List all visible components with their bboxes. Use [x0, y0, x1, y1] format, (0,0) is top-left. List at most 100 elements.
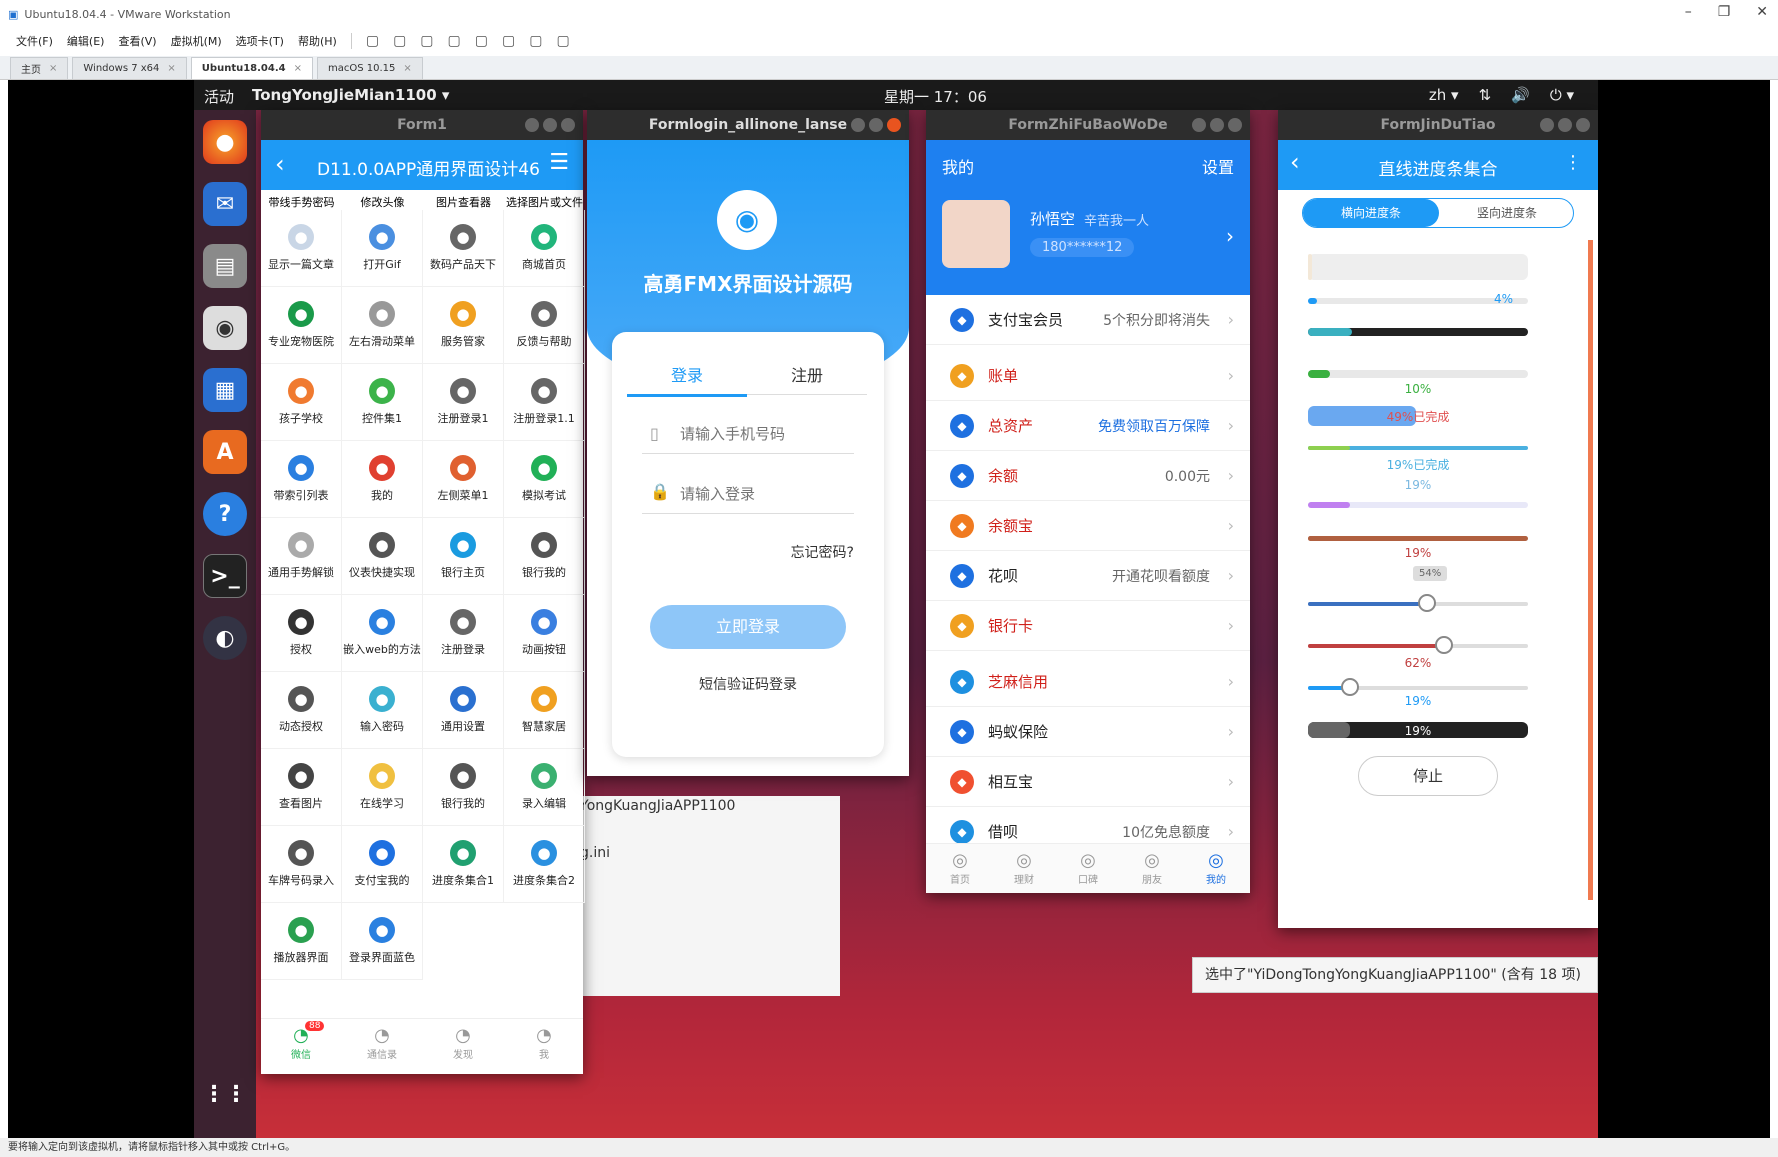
grid-item[interactable]: ● 嵌入web的方法	[342, 595, 423, 672]
alipay-row[interactable]: ◆ 花呗 开通花呗看额度 ›	[926, 551, 1250, 601]
close-button[interactable]	[561, 118, 575, 132]
grid-item[interactable]: ● 显示一篇文章	[261, 210, 342, 287]
close-tab-icon[interactable]: ×	[294, 63, 302, 74]
grid-item[interactable]: ● 左右滑动菜单	[342, 287, 423, 364]
grid-item-label[interactable]: 图片查看器	[423, 194, 504, 210]
vm-tab[interactable]: macOS 10.15 ×	[317, 57, 423, 79]
grid-item[interactable]: ● 动画按钮	[504, 595, 585, 672]
grid-item[interactable]: ● 注册登录1.1	[504, 364, 585, 441]
stop-button[interactable]: 停止	[1358, 756, 1498, 796]
avatar[interactable]	[942, 200, 1010, 268]
app-menu[interactable]: TongYongJieMian1100 ▾	[252, 86, 449, 104]
activities-button[interactable]: 活动	[204, 86, 234, 107]
grid-item[interactable]: ● 注册登录	[423, 595, 504, 672]
menu-item[interactable]: 选项卡(T)	[236, 33, 284, 49]
show-apps-icon[interactable]: ⋮⋮	[203, 1072, 247, 1116]
maximize-button[interactable]	[1558, 118, 1572, 132]
grid-item[interactable]: ● 智慧家居	[504, 672, 585, 749]
maximize-button[interactable]	[543, 118, 557, 132]
vm-tab[interactable]: Ubuntu18.04.4 ×	[190, 57, 313, 79]
console-icon[interactable]: ▢	[529, 33, 542, 49]
maximize-button[interactable]	[869, 118, 883, 132]
bottom-nav-item[interactable]: ◎ 理财	[994, 850, 1054, 886]
slider[interactable]	[1308, 594, 1528, 612]
app-running-icon[interactable]: ◐	[203, 616, 247, 660]
minimize-button[interactable]	[851, 118, 865, 132]
minimize-button[interactable]	[525, 118, 539, 132]
firefox-icon[interactable]: ●	[203, 120, 247, 164]
back-icon[interactable]: ‹	[275, 150, 285, 178]
alipay-row[interactable]: ◆ 银行卡 ›	[926, 601, 1250, 651]
network-icon[interactable]: ⇅	[1479, 86, 1492, 104]
bottom-nav-item[interactable]: ◔ 微信 88	[271, 1021, 331, 1061]
grid-item[interactable]: ● 银行我的	[423, 749, 504, 826]
view-icon[interactable]: ▢	[556, 33, 569, 49]
grid-item[interactable]: ● 模拟考试	[504, 441, 585, 518]
close-button[interactable]	[1576, 118, 1590, 132]
grid-item[interactable]: ● 授权	[261, 595, 342, 672]
slider-thumb[interactable]	[1417, 594, 1436, 612]
grid-item[interactable]: ● 数码产品天下	[423, 210, 504, 287]
grid-item[interactable]: ● 打开Gif	[342, 210, 423, 287]
close-tab-icon[interactable]: ×	[167, 63, 175, 74]
bottom-nav-item[interactable]: ◔ 通信录	[352, 1025, 412, 1061]
menu-item[interactable]: 帮助(H)	[298, 33, 337, 49]
grid-item[interactable]: ● 进度条集合2	[504, 826, 585, 903]
fullscreen-icon[interactable]: ▢	[475, 33, 488, 49]
tab-login[interactable]: 登录	[627, 362, 747, 397]
grid-item[interactable]: ● 登录界面蓝色	[342, 903, 423, 980]
grid-item[interactable]: ● 动态授权	[261, 672, 342, 749]
scrollbar[interactable]	[1588, 240, 1593, 900]
slider-thumb[interactable]	[1435, 636, 1454, 654]
grid-item[interactable]: ● 在线学习	[342, 749, 423, 826]
login-button[interactable]: 立即登录	[650, 605, 846, 649]
bottom-nav-item[interactable]: ◔ 发现	[433, 1025, 493, 1061]
alipay-row[interactable]: ◆ 芝麻信用 ›	[926, 657, 1250, 707]
grid-item[interactable]: ● 商城首页	[504, 210, 585, 287]
vm-tab[interactable]: Windows 7 x64 ×	[72, 57, 187, 79]
vm-tab[interactable]: 主页 ×	[10, 57, 69, 79]
alipay-row[interactable]: ◆ 相互宝 ›	[926, 757, 1250, 807]
sms-login-link[interactable]: 短信验证码登录	[612, 674, 884, 694]
grid-item[interactable]: ● 左侧菜单1	[423, 441, 504, 518]
files-icon[interactable]: ▤	[203, 244, 247, 288]
grid-item[interactable]: ● 通用手势解锁	[261, 518, 342, 595]
menu-item[interactable]: 查看(V)	[118, 33, 156, 49]
clock[interactable]: 星期一 17：06	[884, 86, 987, 107]
more-icon[interactable]: ⋮	[1564, 152, 1582, 173]
grid-item[interactable]: ● 控件集1	[342, 364, 423, 441]
minimize-button[interactable]	[1540, 118, 1554, 132]
snapshot-icon[interactable]: ▢	[393, 33, 406, 49]
grid-item[interactable]: ● 录入编辑	[504, 749, 585, 826]
menu-item[interactable]: 编辑(E)	[67, 33, 105, 49]
bottom-nav-item[interactable]: ◎ 朋友	[1122, 850, 1182, 886]
language-indicator[interactable]: zh ▾	[1429, 86, 1459, 104]
grid-item[interactable]: ● 我的	[342, 441, 423, 518]
forgot-password-link[interactable]: 忘记密码?	[791, 542, 854, 562]
grid-item[interactable]: ● 查看图片	[261, 749, 342, 826]
grid-item-label[interactable]: 修改头像	[342, 194, 423, 210]
menu-item[interactable]: 虚拟机(M)	[171, 33, 222, 49]
file-name[interactable]: YongKuangJiaAPP1100	[580, 798, 735, 814]
grid-item[interactable]: ● 孩子学校	[261, 364, 342, 441]
bottom-nav-item[interactable]: ◎ 我的	[1186, 850, 1246, 886]
minimize-button[interactable]	[1192, 118, 1206, 132]
bottom-nav-item[interactable]: ◎ 首页	[930, 850, 990, 886]
thunderbird-icon[interactable]: ✉	[203, 182, 247, 226]
close-button[interactable]	[887, 118, 901, 132]
power-icon[interactable]: ⏻ ▾	[1550, 86, 1574, 104]
manage-icon[interactable]: ▢	[448, 33, 461, 49]
grid-item[interactable]: ● 银行主页	[423, 518, 504, 595]
revert-icon[interactable]: ▢	[420, 33, 433, 49]
grid-item-label[interactable]: 带线手势密码	[261, 194, 342, 210]
alipay-row[interactable]: ◆ 蚂蚁保险 ›	[926, 707, 1250, 757]
grid-item[interactable]: ● 专业宠物医院	[261, 287, 342, 364]
grid-item[interactable]: ● 带索引列表	[261, 441, 342, 518]
grid-item[interactable]: ● 输入密码	[342, 672, 423, 749]
bottom-nav-item[interactable]: ◔ 我	[514, 1025, 574, 1061]
writer-icon[interactable]: ▦	[203, 368, 247, 412]
rhythmbox-icon[interactable]: ◉	[203, 306, 247, 350]
minimize-button[interactable]: –	[1685, 4, 1692, 20]
unity-icon[interactable]: ▢	[502, 33, 515, 49]
segment-vertical[interactable]: 竖向进度条	[1439, 199, 1575, 227]
